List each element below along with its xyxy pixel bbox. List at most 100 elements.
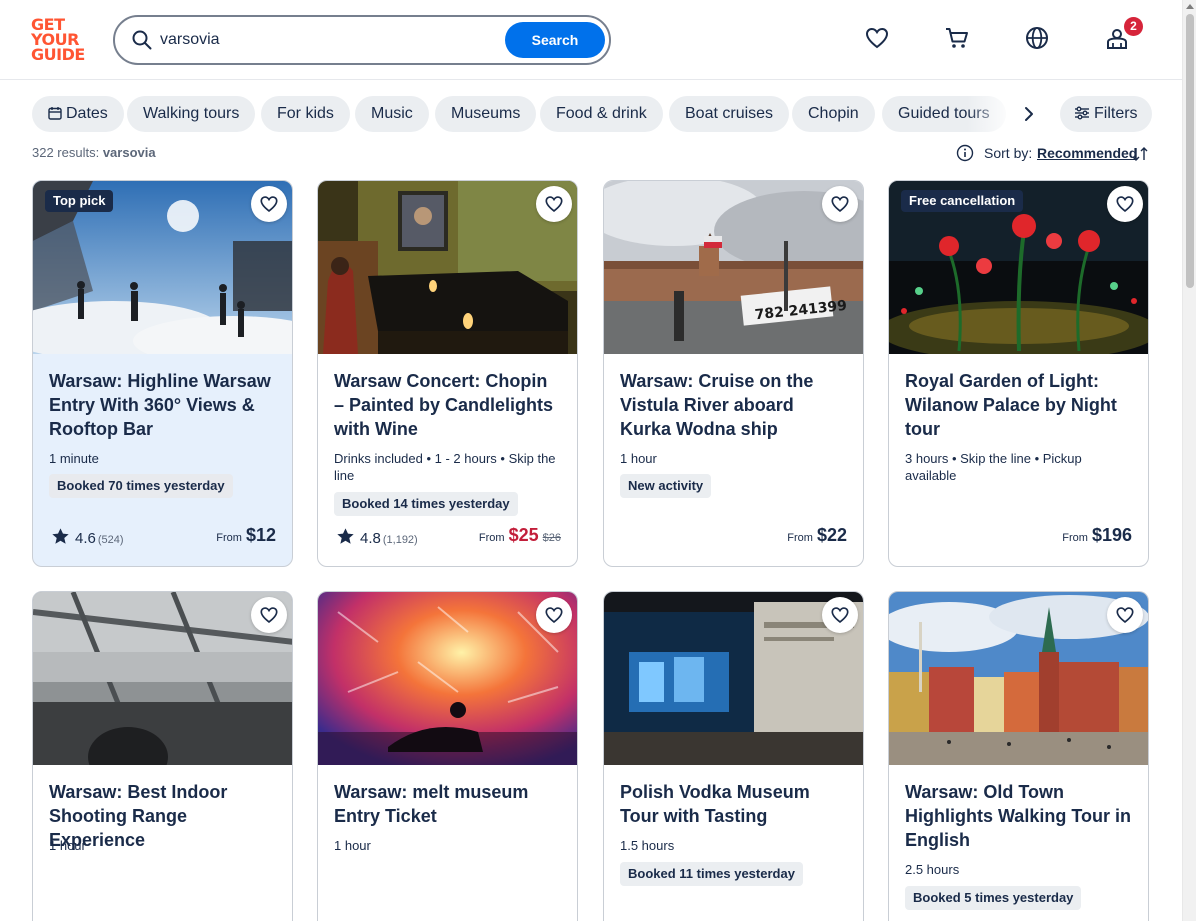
activity-card[interactable]: Warsaw: melt museum Entry Ticket 1 hour: [317, 591, 578, 921]
rating-value: 4.6: [75, 530, 96, 547]
page-scrollbar[interactable]: [1182, 0, 1196, 921]
booked-badge: Booked 5 times yesterday: [905, 886, 1082, 910]
card-price: From $196: [1062, 525, 1132, 546]
card-price: From $12: [216, 525, 276, 546]
chip-dates[interactable]: Dates: [32, 96, 124, 132]
activity-card[interactable]: 782 241399 Warsaw: Cruise on the Vistula…: [603, 180, 864, 567]
card-title[interactable]: Warsaw: melt museum Entry Ticket: [334, 780, 562, 828]
getyourguide-logo[interactable]: GET YOUR GUIDE: [31, 17, 91, 63]
activity-card[interactable]: Free cancellation Royal Garden of Light:…: [888, 180, 1149, 567]
price-value: $22: [816, 525, 847, 545]
chip-chopin[interactable]: Chopin: [792, 96, 875, 132]
heart-icon: [1116, 607, 1134, 623]
logo-line-3: GUIDE: [31, 45, 85, 64]
scroll-up-arrow-icon[interactable]: [1186, 4, 1194, 9]
heart-icon: [1116, 196, 1134, 212]
chevron-right-icon[interactable]: [1017, 96, 1041, 132]
heart-icon: [545, 196, 563, 212]
chip-boat-cruises[interactable]: Boat cruises: [669, 96, 790, 132]
results-count-prefix: 322 results:: [32, 145, 100, 160]
activity-card[interactable]: Top pick Warsaw: Highline Warsaw Entry W…: [32, 180, 293, 567]
card-meta: 3 hours • Skip the line • Pickup availab…: [905, 451, 1082, 483]
rating-value: 4.8: [360, 530, 381, 547]
cart-count-badge: 2: [1124, 17, 1143, 36]
card-meta: 2.5 hours: [905, 862, 960, 877]
card-meta: 1 hour: [334, 838, 371, 853]
filters-label: Filters: [1094, 105, 1138, 122]
sort-value[interactable]: Recommended: [1037, 145, 1137, 161]
star-icon: [52, 528, 69, 544]
price-from-label: From: [216, 532, 242, 544]
wishlist-button[interactable]: [1107, 597, 1143, 633]
original-price: $26: [542, 532, 561, 544]
chip-for-kids[interactable]: For kids: [261, 96, 350, 132]
wishlist-button[interactable]: [1107, 186, 1143, 222]
card-title[interactable]: Warsaw: Old Town Highlights Walking Tour…: [905, 780, 1133, 852]
heart-icon: [260, 607, 278, 623]
price-value: $12: [245, 525, 276, 545]
search-input[interactable]: [160, 27, 500, 53]
heart-icon: [831, 196, 849, 212]
sliders-icon: [1075, 106, 1089, 120]
booked-badge: Booked 70 times yesterday: [49, 474, 233, 498]
wishlist-button[interactable]: [536, 597, 572, 633]
activity-card[interactable]: Warsaw Concert: Chopin – Painted by Cand…: [317, 180, 578, 567]
card-meta: 1 hour: [620, 451, 657, 466]
sort-label: Sort by:: [984, 145, 1033, 161]
card-meta: 1 minute: [49, 451, 99, 466]
filters-button[interactable]: Filters: [1060, 96, 1152, 132]
card-meta: Drinks included • 1 - 2 hours • Skip the…: [334, 451, 556, 483]
results-query: varsovia: [102, 145, 156, 160]
heart-icon: [260, 196, 278, 212]
wishlist-button[interactable]: [536, 186, 572, 222]
search-button[interactable]: Search: [505, 22, 605, 58]
price-value: $196: [1091, 525, 1132, 545]
price-from-label: From: [787, 532, 813, 544]
card-rating: 4.8 (1,192): [336, 527, 418, 547]
star-icon: [337, 528, 354, 544]
card-title[interactable]: Warsaw: Highline Warsaw Entry With 360° …: [49, 369, 277, 441]
wishlist-button[interactable]: [822, 597, 858, 633]
card-title[interactable]: Warsaw Concert: Chopin – Painted by Cand…: [334, 369, 562, 441]
globe-icon[interactable]: [1024, 25, 1050, 51]
price-from-label: From: [1062, 532, 1088, 544]
info-icon[interactable]: [956, 144, 974, 162]
price-value: $25: [508, 525, 539, 545]
review-count: (524): [97, 534, 124, 546]
card-title[interactable]: Royal Garden of Light: Wilanow Palace by…: [905, 369, 1133, 441]
card-title[interactable]: Warsaw: Cruise on the Vistula River aboa…: [620, 369, 848, 441]
chip-walking-tours[interactable]: Walking tours: [127, 96, 256, 132]
card-title[interactable]: Polish Vodka Museum Tour with Tasting: [620, 780, 848, 828]
top-pick-tag: Top pick: [45, 190, 114, 212]
chip-food-drink[interactable]: Food & drink: [540, 96, 663, 132]
chip-music[interactable]: Music: [355, 96, 429, 132]
card-price: From $22: [787, 525, 847, 546]
cart-icon[interactable]: [944, 25, 970, 51]
card-meta: 1.5 hours: [620, 838, 675, 853]
activity-card[interactable]: Warsaw: Old Town Highlights Walking Tour…: [888, 591, 1149, 921]
free-cancellation-tag: Free cancellation: [901, 190, 1024, 212]
results-count: 322 results: varsovia: [32, 145, 156, 160]
wishlist-button[interactable]: [822, 186, 858, 222]
chip-dates-label: Dates: [66, 105, 108, 122]
chip-museums[interactable]: Museums: [435, 96, 537, 132]
heart-icon[interactable]: [864, 25, 890, 51]
heart-icon: [831, 607, 849, 623]
top-header: GET YOUR GUIDE Search 2: [0, 0, 1182, 80]
heart-icon: [545, 607, 563, 623]
booked-badge: Booked 11 times yesterday: [620, 862, 803, 886]
review-count: (1,192): [382, 534, 418, 546]
search-icon: [132, 30, 152, 50]
calendar-icon: [48, 107, 62, 120]
price-from-label: From: [478, 532, 505, 544]
wishlist-button[interactable]: [251, 186, 287, 222]
wishlist-button[interactable]: [251, 597, 287, 633]
card-rating: 4.6 (524): [51, 527, 124, 547]
card-price: From $25 $26: [479, 525, 561, 546]
sort-arrows-icon[interactable]: [1131, 145, 1149, 163]
scroll-thumb[interactable]: [1186, 14, 1194, 288]
booked-badge: Booked 14 times yesterday: [334, 492, 518, 516]
activity-card[interactable]: Polish Vodka Museum Tour with Tasting 1.…: [603, 591, 864, 921]
activity-card[interactable]: Warsaw: Best Indoor Shooting Range Exper…: [32, 591, 293, 921]
new-activity-badge: New activity: [620, 474, 712, 498]
